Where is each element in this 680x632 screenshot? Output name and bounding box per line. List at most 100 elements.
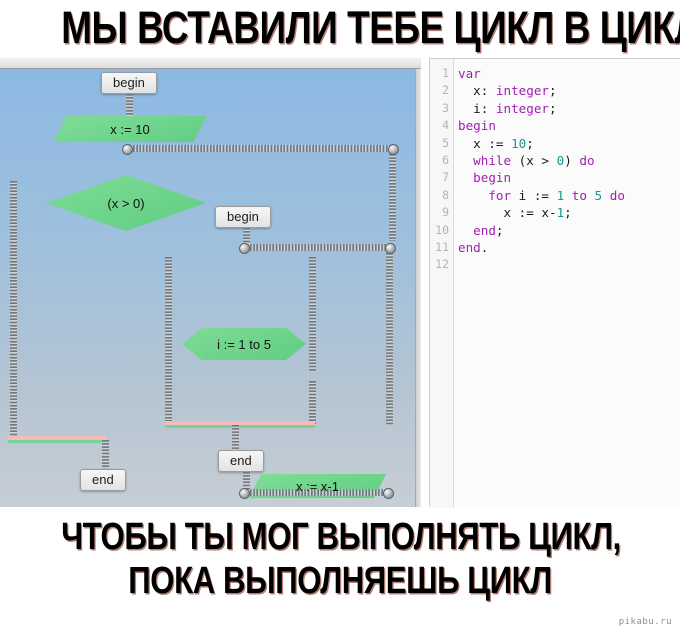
code-token: (x > <box>511 153 557 169</box>
connector-joint <box>383 488 394 499</box>
flow-node-cond-x-gt-0[interactable]: (x > 0) <box>0 175 252 231</box>
code-token: integer <box>495 100 549 116</box>
top-caption: МЫ ВСТАВИЛИ ТЕБЕ ЦИКЛ В ЦИКЛ <box>61 2 680 53</box>
connector-joint <box>388 144 399 155</box>
line-number: 2 <box>442 83 449 98</box>
line-number: 11 <box>435 240 449 255</box>
connector-true-branch-top <box>130 145 392 152</box>
connector-for-exit-top <box>247 244 387 251</box>
flow-node-begin-outer[interactable]: begin <box>101 72 157 94</box>
connector-outer-end-down <box>102 440 109 471</box>
connector-for-merge-bar <box>165 421 315 428</box>
line-number: 4 <box>442 118 449 133</box>
line-number: 8 <box>442 187 449 202</box>
line-number: 1 <box>442 66 449 80</box>
connector-joint <box>385 243 396 254</box>
code-line: while (x > 0) do <box>455 152 680 169</box>
code-line: i: integer; <box>455 100 680 117</box>
code-line: x: integer; <box>455 82 680 99</box>
flow-node-assign-x10[interactable]: x := 10 <box>53 116 207 147</box>
code-token: 5 <box>594 187 603 203</box>
connector-joint <box>239 488 250 499</box>
node-accent-bar <box>257 499 386 505</box>
connector-outer-merge-bar <box>8 436 106 443</box>
code-token: i: <box>458 100 496 116</box>
flow-node-end-inner[interactable]: end <box>218 450 264 472</box>
code-line: x := x-1; <box>455 204 680 221</box>
code-token: integer <box>495 83 549 99</box>
code-token: x := x- <box>458 205 557 221</box>
code-token: ; <box>526 135 534 151</box>
connector-assign-dec-down <box>309 381 316 426</box>
code-token: . <box>480 240 489 256</box>
code-token: do <box>609 187 625 203</box>
code-token: end <box>473 222 496 238</box>
code-token: to <box>571 187 587 203</box>
connector-right-rail-upper <box>389 151 396 241</box>
flow-node-end-outer[interactable]: end <box>80 469 126 491</box>
line-number: 9 <box>442 205 449 220</box>
code-line: end; <box>455 222 680 239</box>
bottom-caption: ЧТОБЫ ТЫ МОГ ВЫПОЛНЯТЬ ЦИКЛ, ПОКА ВЫПОЛН… <box>0 515 680 603</box>
node-label: i := 1 to 5 <box>217 336 271 352</box>
code-token: ; <box>549 83 557 99</box>
code-line: x := 10; <box>455 135 680 152</box>
code-token: begin <box>473 170 512 186</box>
code-line: end. <box>455 239 680 256</box>
code-token: 10 <box>511 135 527 151</box>
line-number: 5 <box>442 135 449 150</box>
app-window: begin x := 10 (x > 0) begin i:= 1 to 5 … <box>0 58 680 508</box>
node-label: (x > 0) <box>107 195 145 211</box>
code-token: end <box>458 240 481 256</box>
connector-joint <box>122 144 133 155</box>
connector-for-body-right <box>309 257 316 371</box>
code-token: x := <box>458 135 512 151</box>
code-token: ; <box>564 205 572 221</box>
code-token: for <box>488 187 512 203</box>
code-editor-panel: 1 2 3 4 5 6 7 8 9 10 11 12 var x: integer; i: integ… <box>429 58 680 508</box>
code-token: while <box>473 153 512 169</box>
flow-node-for-i[interactable]: i := 1 to 5 <box>142 328 347 360</box>
panel-divider <box>421 58 429 507</box>
node-label: x := 10 <box>110 121 150 137</box>
line-number: 12 <box>435 257 449 272</box>
flow-node-begin-inner[interactable]: begin <box>215 206 271 228</box>
watermark: pikabu.ru <box>618 617 672 627</box>
flowchart-panel: begin x := 10 (x > 0) begin i:= 1 to 5 … <box>0 58 422 507</box>
line-number: 7 <box>442 170 449 185</box>
code-line: var <box>455 65 680 82</box>
code-line: for i := 1 to 5 do <box>455 187 680 204</box>
line-number: 10 <box>435 222 449 237</box>
line-number-gutter: 1 2 3 4 5 6 7 8 9 10 11 12 <box>430 59 454 508</box>
connector-for-loopback-left <box>165 257 172 424</box>
code-token: ; <box>495 222 504 238</box>
connector-left-rail <box>10 181 17 439</box>
code-line: begin <box>455 169 680 186</box>
code-token: begin <box>458 118 496 134</box>
flow-node-assign-x-dec[interactable]: x := x-1 <box>248 474 387 505</box>
code-line: begin <box>455 117 680 134</box>
line-number: 3 <box>442 100 449 115</box>
connector-right-rail-lower <box>386 250 393 425</box>
flowchart-toolbar <box>0 58 421 69</box>
code-token: do <box>579 153 595 169</box>
code-token: i := <box>511 187 557 203</box>
code-token: var <box>458 66 481 81</box>
line-number: 6 <box>442 153 449 168</box>
code-token: x: <box>458 83 496 99</box>
bottom-caption-line-1: ЧТОБЫ ТЫ МОГ ВЫПОЛНЯТЬ ЦИКЛ, <box>61 516 621 558</box>
connector-for-merge-down <box>232 425 239 451</box>
bottom-caption-line-2: ПОКА ВЫПОЛНЯЕШЬ ЦИКЛ <box>128 560 552 602</box>
flowchart-canvas[interactable]: begin x := 10 (x > 0) begin i:= 1 to 5 … <box>0 69 416 507</box>
connector-joint <box>239 243 250 254</box>
code-token: ; <box>549 100 557 116</box>
code-area[interactable]: var x: integer; i: integer; begin x := 10… <box>455 59 680 508</box>
code-token: ) <box>564 153 580 169</box>
